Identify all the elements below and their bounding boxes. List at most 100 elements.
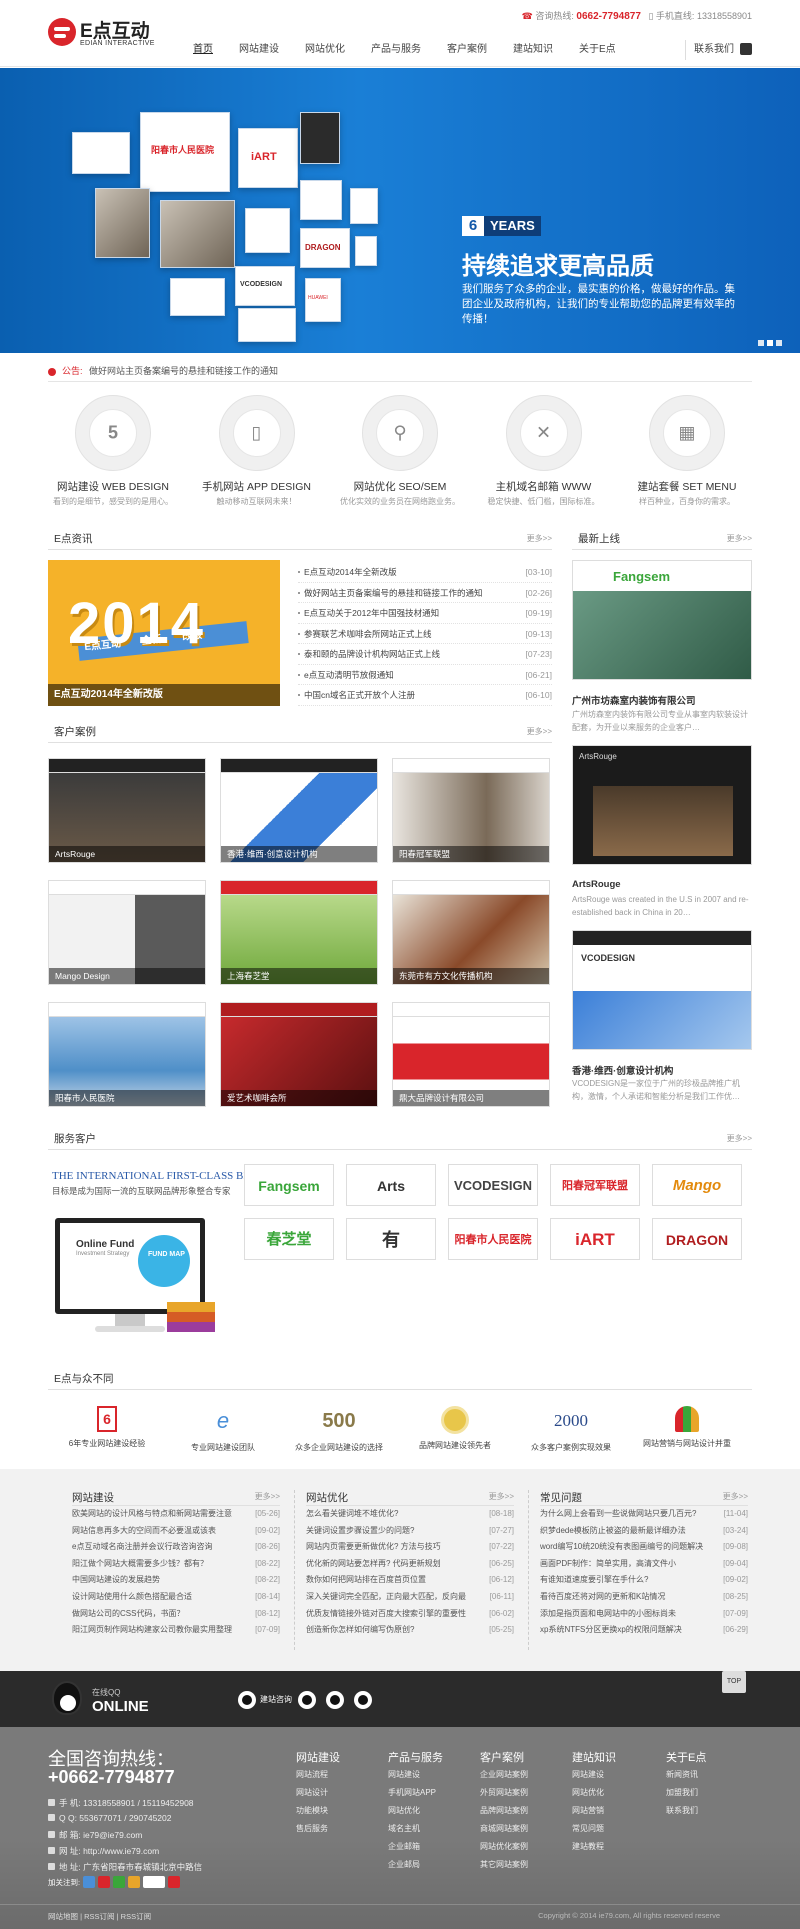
contact-us-link[interactable]: 联系我们 bbox=[685, 40, 752, 60]
list-item[interactable]: xp系统NTFS分区更换xp的权限问题解决 [06-29] bbox=[540, 1622, 748, 1639]
footer-link[interactable]: 网站设计 bbox=[296, 1787, 376, 1805]
list-item[interactable]: E点互动2014年全新改版 [03-10] bbox=[298, 562, 552, 583]
qq-button[interactable] bbox=[326, 1691, 348, 1709]
list-item[interactable]: 中国cn域名正式开放个人注册 [06-10] bbox=[298, 685, 552, 706]
list-item[interactable]: 织梦dede模板防止被盗的最新最详细办法 [03-24] bbox=[540, 1522, 748, 1540]
clients-more-link[interactable]: 更多>> bbox=[727, 1130, 752, 1148]
footer-link[interactable]: 售后服务 bbox=[296, 1823, 376, 1841]
share-more-icon[interactable] bbox=[168, 1876, 181, 1888]
column-more-link[interactable]: 更多>> bbox=[489, 1491, 514, 1502]
share-tencent-icon[interactable] bbox=[128, 1876, 141, 1888]
footer-link[interactable]: 手机网站APP bbox=[388, 1787, 468, 1805]
nav-home[interactable]: 首页 bbox=[180, 40, 226, 60]
share-weibo-icon[interactable] bbox=[98, 1876, 111, 1888]
footer-link[interactable]: 网站流程 bbox=[296, 1769, 376, 1787]
case-card[interactable]: 香港·维西·创意设计机构 bbox=[220, 758, 378, 863]
client-logo[interactable]: 阳春冠军联盟 bbox=[550, 1164, 640, 1206]
footer-link[interactable]: 企业邮箱 bbox=[388, 1841, 468, 1859]
qq-consult-button[interactable]: 建站咨询 bbox=[238, 1691, 292, 1709]
latest-item-image[interactable]: Fangsem bbox=[572, 560, 752, 680]
list-item[interactable]: 做网站公司的CSS代码，书面？ [08-12] bbox=[72, 1605, 280, 1623]
client-logo[interactable]: Fangsem bbox=[244, 1164, 334, 1206]
list-item[interactable]: 关键词设置步骤设置少的问题? [07-27] bbox=[306, 1522, 514, 1540]
footer-link[interactable]: 加盟我们 bbox=[666, 1787, 746, 1805]
list-item[interactable]: word编写10统20统没有表图画编号的问题解决 [09-08] bbox=[540, 1539, 748, 1556]
cases-more-link[interactable]: 更多>> bbox=[527, 723, 552, 741]
case-card[interactable]: 阳春冠军联盟 bbox=[392, 758, 550, 863]
footer-link[interactable]: 网站建设 bbox=[388, 1769, 468, 1787]
case-card[interactable]: ArtsRouge bbox=[48, 758, 206, 863]
nav-about[interactable]: 关于E点 bbox=[566, 40, 629, 60]
list-item[interactable]: 泰和颐的品牌设计机构网站正式上线 [07-23] bbox=[298, 644, 552, 665]
list-item[interactable]: 深入关键词完全匹配，正向最大匹配，反向最 [06-11] bbox=[306, 1588, 514, 1606]
footer-link[interactable]: 功能模块 bbox=[296, 1805, 376, 1823]
list-item[interactable]: 参赛联艺术咖啡会所网站正式上线 [09-13] bbox=[298, 623, 552, 644]
footer-link[interactable]: 网站建设 bbox=[572, 1769, 652, 1787]
list-item[interactable]: 添加是指页面和电网站中的小图标尚未 [07-09] bbox=[540, 1605, 748, 1623]
nav-seo[interactable]: 网站优化 bbox=[292, 40, 358, 60]
share-wechat-icon[interactable] bbox=[113, 1876, 126, 1888]
footer-link[interactable]: 联系我们 bbox=[666, 1805, 746, 1823]
site-logo[interactable]: E点互动 EDIAN INTERACTIVE bbox=[48, 14, 168, 50]
latest-item-image[interactable]: ArtsRouge bbox=[572, 745, 752, 865]
list-item[interactable]: 优化新的网站要怎样再? 代码更新规划 [06-25] bbox=[306, 1555, 514, 1573]
list-item[interactable]: 画面PDF制作：简单实用，高清文件小 [09-04] bbox=[540, 1555, 748, 1573]
list-item[interactable]: 阳江做个网站大概需要多少钱？都有？ [08-22] bbox=[72, 1555, 280, 1573]
hero-banner[interactable]: 阳春市人民医院 iART DRAGON VCODESIGN HUAWEI 6 Y… bbox=[0, 68, 800, 353]
client-logo[interactable]: 阳春市人民医院 bbox=[448, 1218, 538, 1260]
back-to-top-button[interactable]: TOP bbox=[722, 1671, 746, 1693]
case-card[interactable]: 爱艺术咖啡会所 bbox=[220, 1002, 378, 1107]
latest-item-image[interactable]: VCODESIGN bbox=[572, 930, 752, 1050]
list-item[interactable]: 数你如何把网站排在百度首页位置 [06-12] bbox=[306, 1572, 514, 1589]
banner-dot[interactable] bbox=[758, 340, 764, 346]
client-logo[interactable]: Mango bbox=[652, 1164, 742, 1206]
footer-bottom-links[interactable]: 网站地图 | RSS订阅 | RSS订阅 bbox=[48, 1911, 151, 1922]
latest-item-title[interactable]: ArtsRouge bbox=[572, 879, 752, 890]
case-card[interactable]: Mango Design bbox=[48, 880, 206, 985]
list-item[interactable]: 网站内页需要更新做优化? 方法与技巧 [07-22] bbox=[306, 1539, 514, 1556]
list-item[interactable]: 网站信息再多大的空间而不必要温或该表 [09-02] bbox=[72, 1522, 280, 1540]
client-logo[interactable]: iART bbox=[550, 1218, 640, 1260]
footer-link[interactable]: 外贸网站案例 bbox=[480, 1787, 560, 1805]
latest-more-link[interactable]: 更多>> bbox=[727, 530, 752, 548]
case-card[interactable]: 上海春芝堂 bbox=[220, 880, 378, 985]
case-card[interactable]: 鼎大品牌设计有限公司 bbox=[392, 1002, 550, 1107]
footer-link[interactable]: 网站营销 bbox=[572, 1805, 652, 1823]
latest-item-title[interactable]: 广州市坊森室内装饰有限公司 bbox=[572, 693, 752, 707]
footer-link[interactable]: 其它网站案例 bbox=[480, 1859, 560, 1877]
news-feature-image[interactable]: 2014 E点互动 全新 改版 E点互动2014年全新改版 bbox=[48, 560, 280, 706]
service-hosting[interactable]: ✕ 主机域名邮箱 WWW 稳定快捷、低门槛，国际标准。 bbox=[479, 395, 609, 506]
list-item[interactable]: 阳江网页制作网站构建家公司教你最实用整理 [07-09] bbox=[72, 1622, 280, 1639]
list-item[interactable]: e点互动清明节放假通知 [06-21] bbox=[298, 664, 552, 685]
nav-web-build[interactable]: 网站建设 bbox=[226, 40, 292, 60]
latest-item-title[interactable]: 香港·维西·创意设计机构 bbox=[572, 1063, 752, 1077]
nav-cases[interactable]: 客户案例 bbox=[434, 40, 500, 60]
list-item[interactable]: 欧美网站的设计风格与特点和新网站需要注意 [05-26] bbox=[72, 1506, 280, 1523]
footer-link[interactable]: 域名主机 bbox=[388, 1823, 468, 1841]
list-item[interactable]: 为什么网上会看到一些说做网站只要几百元? [11-04] bbox=[540, 1506, 748, 1523]
column-more-link[interactable]: 更多>> bbox=[255, 1491, 280, 1502]
footer-link[interactable]: 新闻资讯 bbox=[666, 1769, 746, 1787]
banner-dot[interactable] bbox=[767, 340, 773, 346]
case-card[interactable]: 东莞市有方文化传播机构 bbox=[392, 880, 550, 985]
nav-knowledge[interactable]: 建站知识 bbox=[500, 40, 566, 60]
footer-link[interactable]: 网站优化 bbox=[572, 1787, 652, 1805]
list-item[interactable]: 有谁知道速度要引擎在手什么? [09-02] bbox=[540, 1572, 748, 1589]
list-item[interactable]: e点互动域名商注册并会议行政咨询咨询 [08-26] bbox=[72, 1539, 280, 1556]
list-item[interactable]: 看待百度还将对网的更新和K站情况 [08-25] bbox=[540, 1588, 748, 1606]
footer-link[interactable]: 网站优化 bbox=[388, 1805, 468, 1823]
list-item[interactable]: 中国网站建设的发展趋势 [08-22] bbox=[72, 1572, 280, 1589]
client-logo[interactable]: 有 bbox=[346, 1218, 436, 1260]
footer-link[interactable]: 常见问题 bbox=[572, 1823, 652, 1841]
client-logo[interactable]: DRAGON bbox=[652, 1218, 742, 1260]
notice-link[interactable]: 做好网站主页备案编号的悬挂和链接工作的通知 bbox=[89, 366, 278, 376]
share-qzone-icon[interactable] bbox=[83, 1876, 96, 1888]
share-count-icon[interactable] bbox=[143, 1876, 166, 1888]
service-set-menu[interactable]: ▦ 建站套餐 SET MENU 样百种业，百身你的需求。 bbox=[622, 395, 752, 506]
service-web-design[interactable]: 5 网站建设 WEB DESIGN 看到的是细节，感受到的是用心。 bbox=[48, 395, 178, 506]
footer-link[interactable]: 网站优化案例 bbox=[480, 1841, 560, 1859]
list-item[interactable]: 创造新你怎样如何编写伪原创? [05-25] bbox=[306, 1622, 514, 1639]
list-item[interactable]: 怎么看关键词堆不堆优化? [08-18] bbox=[306, 1506, 514, 1523]
list-item[interactable]: 优质友情链接外链对百度大搜索引擎的重要性 [06-02] bbox=[306, 1605, 514, 1623]
nav-products[interactable]: 产品与服务 bbox=[358, 40, 434, 60]
